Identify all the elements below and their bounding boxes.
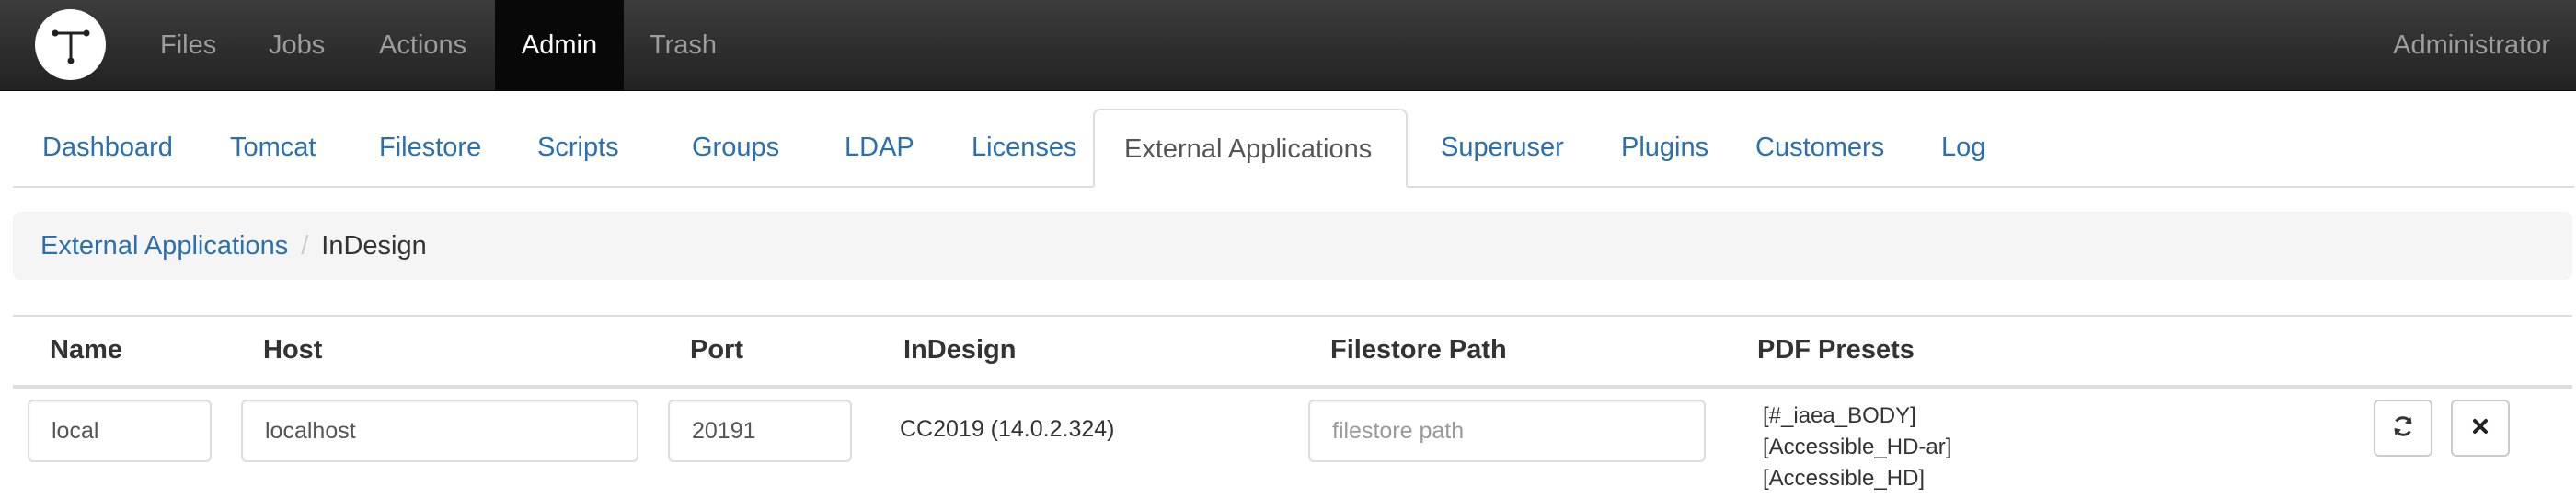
pdf-preset-item: [Accessible_HD] — [1763, 466, 1926, 491]
breadcrumb-separator: / — [301, 231, 309, 261]
nav-jobs[interactable]: Jobs — [241, 0, 352, 90]
tab-customers[interactable]: Customers — [1726, 109, 1914, 186]
breadcrumb: External Applications / InDesign — [13, 212, 2572, 280]
column-header-host: Host — [263, 335, 323, 365]
nav-actions[interactable]: Actions — [351, 0, 494, 90]
column-header-filestore-path: Filestore Path — [1330, 335, 1507, 365]
top-navbar: Files Jobs Actions Admin Trash Administr… — [0, 0, 2576, 91]
user-menu[interactable]: Administrator — [2393, 0, 2550, 90]
tab-groups[interactable]: Groups — [662, 109, 809, 186]
close-icon — [2470, 416, 2490, 441]
tab-dashboard[interactable]: Dashboard — [13, 109, 202, 186]
delete-button[interactable] — [2451, 400, 2510, 457]
tab-plugins[interactable]: Plugins — [1592, 109, 1738, 186]
tab-licenses[interactable]: Licenses — [942, 109, 1106, 186]
name-field[interactable]: local — [28, 400, 212, 462]
host-field[interactable]: localhost — [241, 400, 638, 462]
nav-admin[interactable]: Admin — [495, 0, 624, 90]
column-header-port: Port — [690, 335, 743, 365]
column-header-indesign: InDesign — [903, 335, 1017, 365]
tab-log[interactable]: Log — [1912, 109, 2015, 186]
breadcrumb-current: InDesign — [321, 231, 427, 261]
tab-filestore[interactable]: Filestore — [350, 109, 511, 186]
breadcrumb-external-applications[interactable]: External Applications — [40, 231, 288, 261]
table-header-border — [13, 385, 2572, 389]
refresh-icon — [2391, 414, 2415, 443]
tab-superuser[interactable]: Superuser — [1411, 109, 1593, 186]
column-header-pdf-presets: PDF Presets — [1757, 335, 1915, 365]
tab-ldap[interactable]: LDAP — [815, 109, 944, 186]
column-header-name: Name — [50, 335, 122, 365]
pdf-preset-item: [Accessible_HD-ar] — [1763, 435, 1952, 459]
tab-external-applications[interactable]: External Applications — [1093, 109, 1408, 188]
refresh-button[interactable] — [2374, 400, 2432, 457]
tab-tomcat[interactable]: Tomcat — [201, 109, 345, 186]
filestore-path-field[interactable]: filestore path — [1308, 400, 1706, 462]
table-top-border — [13, 315, 2572, 317]
tab-scripts[interactable]: Scripts — [508, 109, 649, 186]
t-logo-icon[interactable] — [35, 9, 106, 80]
nav-trash[interactable]: Trash — [622, 0, 744, 90]
pdf-preset-item: [#_iaea_BODY] — [1763, 403, 1916, 428]
port-field[interactable]: 20191 — [668, 400, 852, 462]
indesign-version: CC2019 (14.0.2.324) — [900, 416, 1115, 442]
admin-tabs: Dashboard Tomcat Filestore Scripts Group… — [13, 109, 2574, 188]
nav-files[interactable]: Files — [132, 0, 244, 90]
